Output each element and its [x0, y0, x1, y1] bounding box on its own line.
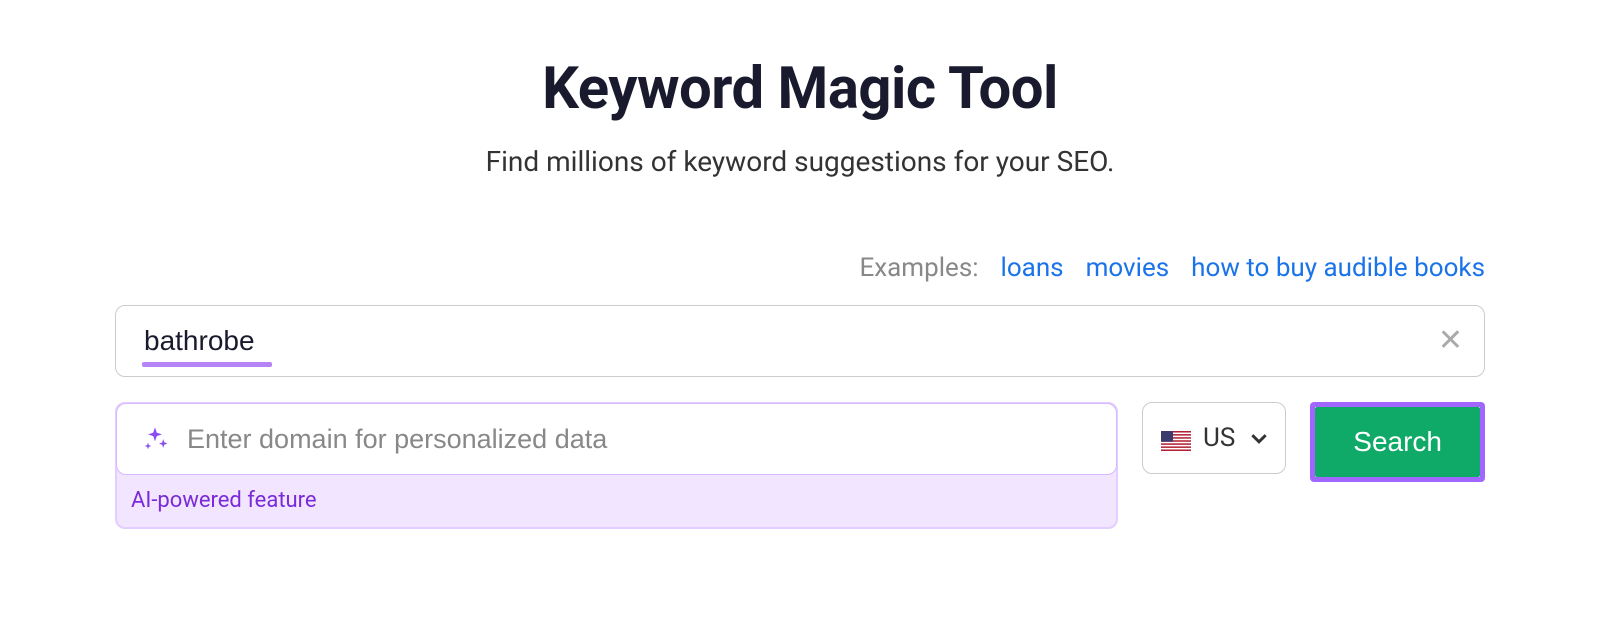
- example-link-loans[interactable]: loans: [1001, 253, 1064, 283]
- chevron-down-icon: [1251, 428, 1267, 449]
- page-title: Keyword Magic Tool: [542, 55, 1058, 123]
- domain-input-wrap: [116, 403, 1117, 475]
- ai-caption: AI-powered feature: [117, 474, 1116, 515]
- sparkle-icon: [141, 425, 169, 453]
- clear-icon[interactable]: ✕: [1438, 326, 1463, 356]
- us-flag-icon: [1161, 428, 1191, 448]
- example-link-movies[interactable]: movies: [1086, 253, 1170, 283]
- domain-input[interactable]: [187, 424, 1092, 455]
- country-select[interactable]: US: [1142, 402, 1286, 474]
- examples-row: Examples: loans movies how to buy audibl…: [115, 253, 1485, 283]
- keyword-input-wrap: ✕: [115, 305, 1485, 377]
- second-row: AI-powered feature US Search: [115, 402, 1485, 529]
- keyword-highlight-underline: [142, 362, 272, 367]
- page-subtitle: Find millions of keyword suggestions for…: [486, 145, 1115, 178]
- ai-feature-box: AI-powered feature: [115, 402, 1118, 529]
- examples-label: Examples:: [859, 253, 978, 283]
- example-link-audible[interactable]: how to buy audible books: [1191, 253, 1485, 283]
- keyword-input[interactable]: [115, 305, 1485, 377]
- search-button-highlight: Search: [1310, 402, 1485, 482]
- search-button[interactable]: Search: [1315, 407, 1480, 477]
- country-code: US: [1203, 423, 1235, 453]
